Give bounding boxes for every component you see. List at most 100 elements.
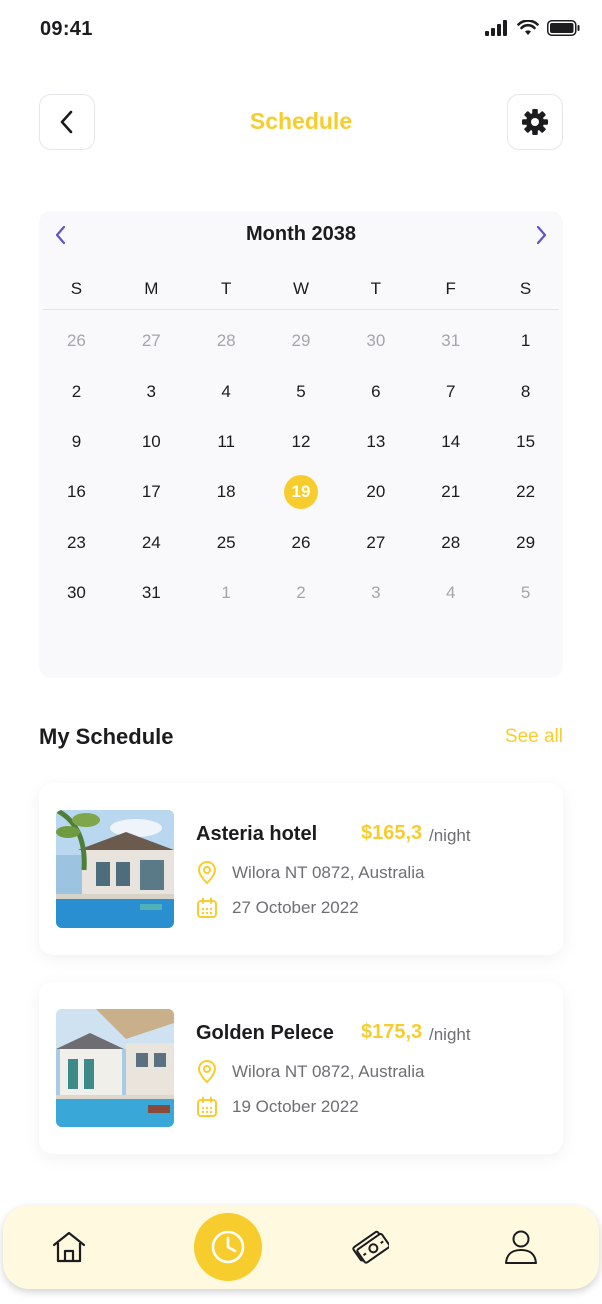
calendar-day-number: 3	[371, 583, 381, 603]
calendar-day-number: 11	[217, 431, 235, 451]
calendar-day-number: 2	[296, 583, 306, 603]
hotel-location: Wilora NT 0872, Australia	[196, 861, 424, 885]
calendar-day[interactable]: 11	[189, 417, 264, 467]
calendar-day[interactable]: 9	[39, 417, 114, 467]
calendar-day[interactable]: 2	[39, 366, 114, 416]
calendar-day-number: 18	[216, 482, 236, 502]
calendar-month-label: Month 2038	[245, 223, 357, 245]
calendar-icon	[197, 1096, 217, 1117]
calendar-day-number: 25	[216, 532, 236, 552]
calendar-day-number: 21	[441, 482, 461, 502]
calendar-day[interactable]: 5	[488, 568, 563, 618]
calendar-day[interactable]: 12	[264, 417, 339, 467]
weekday-label: T	[220, 279, 232, 298]
calendar-day[interactable]: 30	[39, 568, 114, 618]
hotel-name: Golden Pelece	[196, 1022, 334, 1044]
hotel-date: 27 October 2022	[196, 897, 359, 919]
calendar-day-number: 22	[516, 482, 536, 502]
calendar-day[interactable]: 5	[264, 366, 339, 416]
calendar-day[interactable]: 28	[189, 316, 264, 366]
nav-schedule[interactable]	[194, 1213, 262, 1281]
calendar-day[interactable]: 16	[39, 467, 114, 517]
calendar-day-number: 1	[520, 331, 531, 351]
gear-icon	[522, 109, 548, 135]
calendar-icon	[197, 897, 217, 918]
location-pin-icon	[197, 861, 217, 885]
nav-home[interactable]	[48, 1226, 90, 1268]
calendar-day[interactable]: 20	[338, 467, 413, 517]
calendar-day[interactable]: 10	[114, 417, 189, 467]
clock-icon	[211, 1230, 245, 1264]
calendar-day[interactable]: 6	[338, 366, 413, 416]
calendar-day[interactable]: 4	[189, 366, 264, 416]
signal-icon	[485, 20, 507, 36]
calendar-day-number: 27	[141, 331, 161, 351]
schedule-card[interactable]: Asteria hotel $165,3 /night Wilora NT 08…	[39, 783, 563, 955]
calendar-day[interactable]: 15	[488, 417, 563, 467]
calendar-day[interactable]: 2	[264, 568, 339, 618]
calendar-day-number: 17	[141, 482, 161, 502]
hotel-image	[56, 810, 174, 928]
calendar-day[interactable]: 30	[338, 316, 413, 366]
calendar-day[interactable]: 23	[39, 518, 114, 568]
schedule-card[interactable]: Golden Pelece $175,3 /night Wilora NT 08…	[39, 982, 563, 1154]
calendar-day[interactable]: 25	[189, 518, 264, 568]
calendar-day[interactable]: 28	[413, 518, 488, 568]
calendar-day-number: 4	[445, 583, 456, 603]
calendar-day[interactable]: 26	[39, 316, 114, 366]
calendar-divider	[43, 309, 559, 310]
calendar-day-number: 27	[366, 532, 386, 552]
calendar-day[interactable]: 26	[264, 518, 339, 568]
calendar-day[interactable]: 1	[189, 568, 264, 618]
calendar-day[interactable]: 4	[413, 568, 488, 618]
see-all-link[interactable]: See all	[505, 726, 563, 748]
calendar-day-selected[interactable]: 19	[264, 467, 339, 517]
calendar-day[interactable]: 14	[413, 417, 488, 467]
calendar-day-number: 14	[441, 431, 461, 451]
calendar-day-number: 16	[66, 482, 86, 502]
location-text: Wilora NT 0872, Australia	[232, 1062, 425, 1081]
weekday-label: T	[370, 279, 382, 298]
calendar-day-number: 4	[221, 381, 231, 401]
calendar-day[interactable]: 7	[413, 366, 488, 416]
calendar-day[interactable]: 1	[488, 316, 563, 366]
calendar-day-number: 15	[516, 431, 536, 451]
calendar-day[interactable]: 3	[114, 366, 189, 416]
hotel-location: Wilora NT 0872, Australia	[196, 1060, 424, 1084]
calendar-day[interactable]: 24	[114, 518, 189, 568]
calendar-day[interactable]: 31	[413, 316, 488, 366]
calendar-day-number: 31	[141, 583, 161, 603]
calendar-day-number: 19	[284, 475, 318, 510]
calendar-day[interactable]: 29	[264, 316, 339, 366]
profile-icon	[505, 1230, 537, 1264]
calendar-day-number: 2	[71, 381, 82, 401]
calendar-day-number: 28	[441, 532, 461, 552]
location-pin-icon	[197, 1060, 217, 1084]
calendar-grid: 26 27 28 29 30 31 1 2 3 4 5 6 7 8 9 10 11 12 13 14 15 16 17 18 1…	[39, 316, 563, 618]
calendar-day[interactable]: 27	[114, 316, 189, 366]
settings-button[interactable]	[507, 94, 563, 150]
calendar-day-number: 3	[146, 381, 157, 401]
calendar-day-number: 29	[291, 331, 311, 351]
calendar-day[interactable]: 8	[488, 366, 563, 416]
nav-profile[interactable]	[500, 1226, 542, 1268]
calendar-day[interactable]: 18	[189, 467, 264, 517]
home-icon	[52, 1231, 86, 1263]
section-title: My Schedule	[39, 724, 174, 749]
calendar-day[interactable]: 29	[488, 518, 563, 568]
calendar-day[interactable]: 17	[114, 467, 189, 517]
nav-payments[interactable]	[349, 1226, 391, 1268]
hotel-name: Asteria hotel	[196, 823, 318, 845]
calendar-day-number: 24	[141, 532, 161, 552]
calendar-day[interactable]: 27	[338, 518, 413, 568]
calendar-day[interactable]: 31	[114, 568, 189, 618]
battery-icon	[547, 20, 580, 36]
calendar-day[interactable]: 13	[338, 417, 413, 467]
calendar-day[interactable]: 3	[338, 568, 413, 618]
calendar-next-button[interactable]	[529, 223, 553, 247]
calendar-day-number: 31	[441, 331, 461, 351]
weekday-label: S	[519, 279, 532, 298]
calendar-day[interactable]: 21	[413, 467, 488, 517]
calendar-day[interactable]: 22	[488, 467, 563, 517]
calendar: Month 2038 S M T W T F S 26 27 28 29 30 31 1 2 3…	[39, 211, 563, 678]
